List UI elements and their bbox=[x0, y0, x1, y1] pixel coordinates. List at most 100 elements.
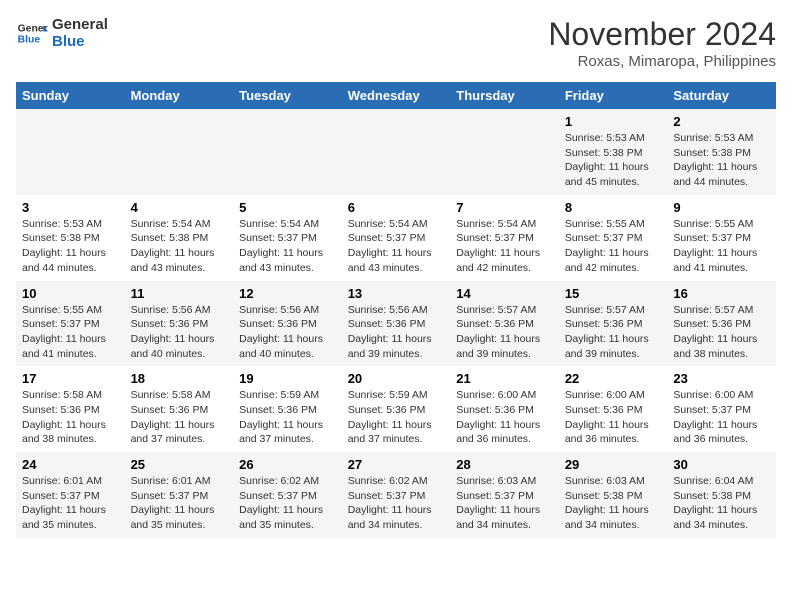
day-info: Sunrise: 5:53 AMSunset: 5:38 PMDaylight:… bbox=[22, 217, 119, 276]
day-number: 27 bbox=[348, 457, 445, 472]
day-number: 18 bbox=[131, 371, 228, 386]
day-number: 10 bbox=[22, 286, 119, 301]
calendar-cell: 7 Sunrise: 5:54 AMSunset: 5:37 PMDaylight… bbox=[450, 195, 559, 281]
calendar-cell: 21Sunrise: 6:00 AMSunset: 5:36 PMDayligh… bbox=[450, 366, 559, 452]
calendar-cell: 3 Sunrise: 5:53 AMSunset: 5:38 PMDaylight… bbox=[16, 195, 125, 281]
weekday-header: Sunday bbox=[16, 82, 125, 109]
calendar-cell: 8 Sunrise: 5:55 AMSunset: 5:37 PMDaylight… bbox=[559, 195, 668, 281]
day-number: 7 bbox=[456, 200, 553, 215]
logo-text-general: General bbox=[52, 16, 108, 33]
day-info: Sunrise: 5:57 AMSunset: 5:36 PMDaylight:… bbox=[673, 303, 770, 362]
calendar-cell bbox=[450, 109, 559, 195]
day-number: 8 bbox=[565, 200, 662, 215]
day-number: 9 bbox=[673, 200, 770, 215]
day-info: Sunrise: 5:59 AMSunset: 5:36 PMDaylight:… bbox=[239, 388, 336, 447]
day-number: 12 bbox=[239, 286, 336, 301]
day-info: Sunrise: 6:01 AMSunset: 5:37 PMDaylight:… bbox=[131, 474, 228, 533]
day-number: 26 bbox=[239, 457, 336, 472]
calendar-cell: 18 Sunrise: 5:58 AMSunset: 5:36 PMDayligh… bbox=[125, 366, 234, 452]
weekday-header: Friday bbox=[559, 82, 668, 109]
day-number: 30 bbox=[673, 457, 770, 472]
day-info: Sunrise: 6:03 AMSunset: 5:37 PMDaylight:… bbox=[456, 474, 553, 533]
day-number: 15 bbox=[565, 286, 662, 301]
day-info: Sunrise: 6:00 AMSunset: 5:37 PMDaylight:… bbox=[673, 388, 770, 447]
logo-text-blue: Blue bbox=[52, 33, 108, 50]
day-info: Sunrise: 5:59 AMSunset: 5:36 PMDaylight:… bbox=[348, 388, 445, 447]
calendar-cell: 15 Sunrise: 5:57 AMSunset: 5:36 PMDayligh… bbox=[559, 281, 668, 367]
calendar-cell: 25 Sunrise: 6:01 AMSunset: 5:37 PMDayligh… bbox=[125, 452, 234, 538]
calendar-week-row: 10 Sunrise: 5:55 AMSunset: 5:37 PMDayligh… bbox=[16, 281, 776, 367]
day-info: Sunrise: 5:55 AMSunset: 5:37 PMDaylight:… bbox=[565, 217, 662, 276]
weekday-header: Saturday bbox=[667, 82, 776, 109]
calendar-week-row: 17Sunrise: 5:58 AMSunset: 5:36 PMDayligh… bbox=[16, 366, 776, 452]
calendar-cell bbox=[342, 109, 451, 195]
calendar-cell: 23 Sunrise: 6:00 AMSunset: 5:37 PMDayligh… bbox=[667, 366, 776, 452]
day-number: 21 bbox=[456, 371, 553, 386]
day-number: 2 bbox=[673, 114, 770, 129]
calendar-cell: 11 Sunrise: 5:56 AMSunset: 5:36 PMDayligh… bbox=[125, 281, 234, 367]
day-info: Sunrise: 5:54 AMSunset: 5:37 PMDaylight:… bbox=[456, 217, 553, 276]
day-number: 29 bbox=[565, 457, 662, 472]
day-info: Sunrise: 5:56 AMSunset: 5:36 PMDaylight:… bbox=[348, 303, 445, 362]
calendar-week-row: 3 Sunrise: 5:53 AMSunset: 5:38 PMDaylight… bbox=[16, 195, 776, 281]
weekday-header: Wednesday bbox=[342, 82, 451, 109]
calendar-cell: 20 Sunrise: 5:59 AMSunset: 5:36 PMDayligh… bbox=[342, 366, 451, 452]
day-number: 3 bbox=[22, 200, 119, 215]
day-number: 16 bbox=[673, 286, 770, 301]
svg-text:Blue: Blue bbox=[18, 35, 41, 46]
day-info: Sunrise: 5:54 AMSunset: 5:38 PMDaylight:… bbox=[131, 217, 228, 276]
day-number: 11 bbox=[131, 286, 228, 301]
day-number: 6 bbox=[348, 200, 445, 215]
calendar-cell: 1Sunrise: 5:53 AMSunset: 5:38 PMDaylight… bbox=[559, 109, 668, 195]
calendar-cell: 24 Sunrise: 6:01 AMSunset: 5:37 PMDayligh… bbox=[16, 452, 125, 538]
day-info: Sunrise: 6:02 AMSunset: 5:37 PMDaylight:… bbox=[239, 474, 336, 533]
weekday-header: Thursday bbox=[450, 82, 559, 109]
calendar-cell: 27 Sunrise: 6:02 AMSunset: 5:37 PMDayligh… bbox=[342, 452, 451, 538]
calendar-cell: 4 Sunrise: 5:54 AMSunset: 5:38 PMDaylight… bbox=[125, 195, 234, 281]
calendar-cell bbox=[125, 109, 234, 195]
day-number: 20 bbox=[348, 371, 445, 386]
day-number: 24 bbox=[22, 457, 119, 472]
logo: General Blue General Blue bbox=[16, 16, 108, 50]
day-info: Sunrise: 6:01 AMSunset: 5:37 PMDaylight:… bbox=[22, 474, 119, 533]
calendar-cell: 13 Sunrise: 5:56 AMSunset: 5:36 PMDayligh… bbox=[342, 281, 451, 367]
page-header: General Blue General Blue November 2024 … bbox=[16, 16, 776, 70]
calendar-cell: 5Sunrise: 5:54 AMSunset: 5:37 PMDaylight… bbox=[233, 195, 342, 281]
day-info: Sunrise: 6:02 AMSunset: 5:37 PMDaylight:… bbox=[348, 474, 445, 533]
calendar-cell: 2 Sunrise: 5:53 AMSunset: 5:38 PMDaylight… bbox=[667, 109, 776, 195]
day-number: 25 bbox=[131, 457, 228, 472]
day-number: 19 bbox=[239, 371, 336, 386]
day-info: Sunrise: 5:55 AMSunset: 5:37 PMDaylight:… bbox=[22, 303, 119, 362]
calendar-table: SundayMondayTuesdayWednesdayThursdayFrid… bbox=[16, 82, 776, 538]
calendar-cell: 10 Sunrise: 5:55 AMSunset: 5:37 PMDayligh… bbox=[16, 281, 125, 367]
calendar-cell: 14Sunrise: 5:57 AMSunset: 5:36 PMDayligh… bbox=[450, 281, 559, 367]
day-info: Sunrise: 5:53 AMSunset: 5:38 PMDaylight:… bbox=[565, 131, 662, 190]
day-info: Sunrise: 5:53 AMSunset: 5:38 PMDaylight:… bbox=[673, 131, 770, 190]
day-number: 13 bbox=[348, 286, 445, 301]
day-number: 22 bbox=[565, 371, 662, 386]
calendar-week-row: 1Sunrise: 5:53 AMSunset: 5:38 PMDaylight… bbox=[16, 109, 776, 195]
day-number: 23 bbox=[673, 371, 770, 386]
day-info: Sunrise: 5:57 AMSunset: 5:36 PMDaylight:… bbox=[565, 303, 662, 362]
weekday-header: Monday bbox=[125, 82, 234, 109]
day-info: Sunrise: 5:54 AMSunset: 5:37 PMDaylight:… bbox=[239, 217, 336, 276]
calendar-cell: 28Sunrise: 6:03 AMSunset: 5:37 PMDayligh… bbox=[450, 452, 559, 538]
day-info: Sunrise: 5:56 AMSunset: 5:36 PMDaylight:… bbox=[239, 303, 336, 362]
calendar-cell: 30Sunrise: 6:04 AMSunset: 5:38 PMDayligh… bbox=[667, 452, 776, 538]
calendar-cell bbox=[16, 109, 125, 195]
logo-icon: General Blue bbox=[16, 17, 48, 49]
month-title: November 2024 bbox=[548, 16, 776, 53]
calendar-cell: 22Sunrise: 6:00 AMSunset: 5:36 PMDayligh… bbox=[559, 366, 668, 452]
day-info: Sunrise: 5:57 AMSunset: 5:36 PMDaylight:… bbox=[456, 303, 553, 362]
calendar-header: SundayMondayTuesdayWednesdayThursdayFrid… bbox=[16, 82, 776, 109]
day-number: 4 bbox=[131, 200, 228, 215]
calendar-cell: 6Sunrise: 5:54 AMSunset: 5:37 PMDaylight… bbox=[342, 195, 451, 281]
day-info: Sunrise: 5:58 AMSunset: 5:36 PMDaylight:… bbox=[131, 388, 228, 447]
calendar-cell: 29Sunrise: 6:03 AMSunset: 5:38 PMDayligh… bbox=[559, 452, 668, 538]
calendar-body: 1Sunrise: 5:53 AMSunset: 5:38 PMDaylight… bbox=[16, 109, 776, 538]
location: Roxas, Mimaropa, Philippines bbox=[548, 53, 776, 70]
day-info: Sunrise: 5:56 AMSunset: 5:36 PMDaylight:… bbox=[131, 303, 228, 362]
day-info: Sunrise: 5:58 AMSunset: 5:36 PMDaylight:… bbox=[22, 388, 119, 447]
calendar-cell: 12 Sunrise: 5:56 AMSunset: 5:36 PMDayligh… bbox=[233, 281, 342, 367]
header-row: SundayMondayTuesdayWednesdayThursdayFrid… bbox=[16, 82, 776, 109]
